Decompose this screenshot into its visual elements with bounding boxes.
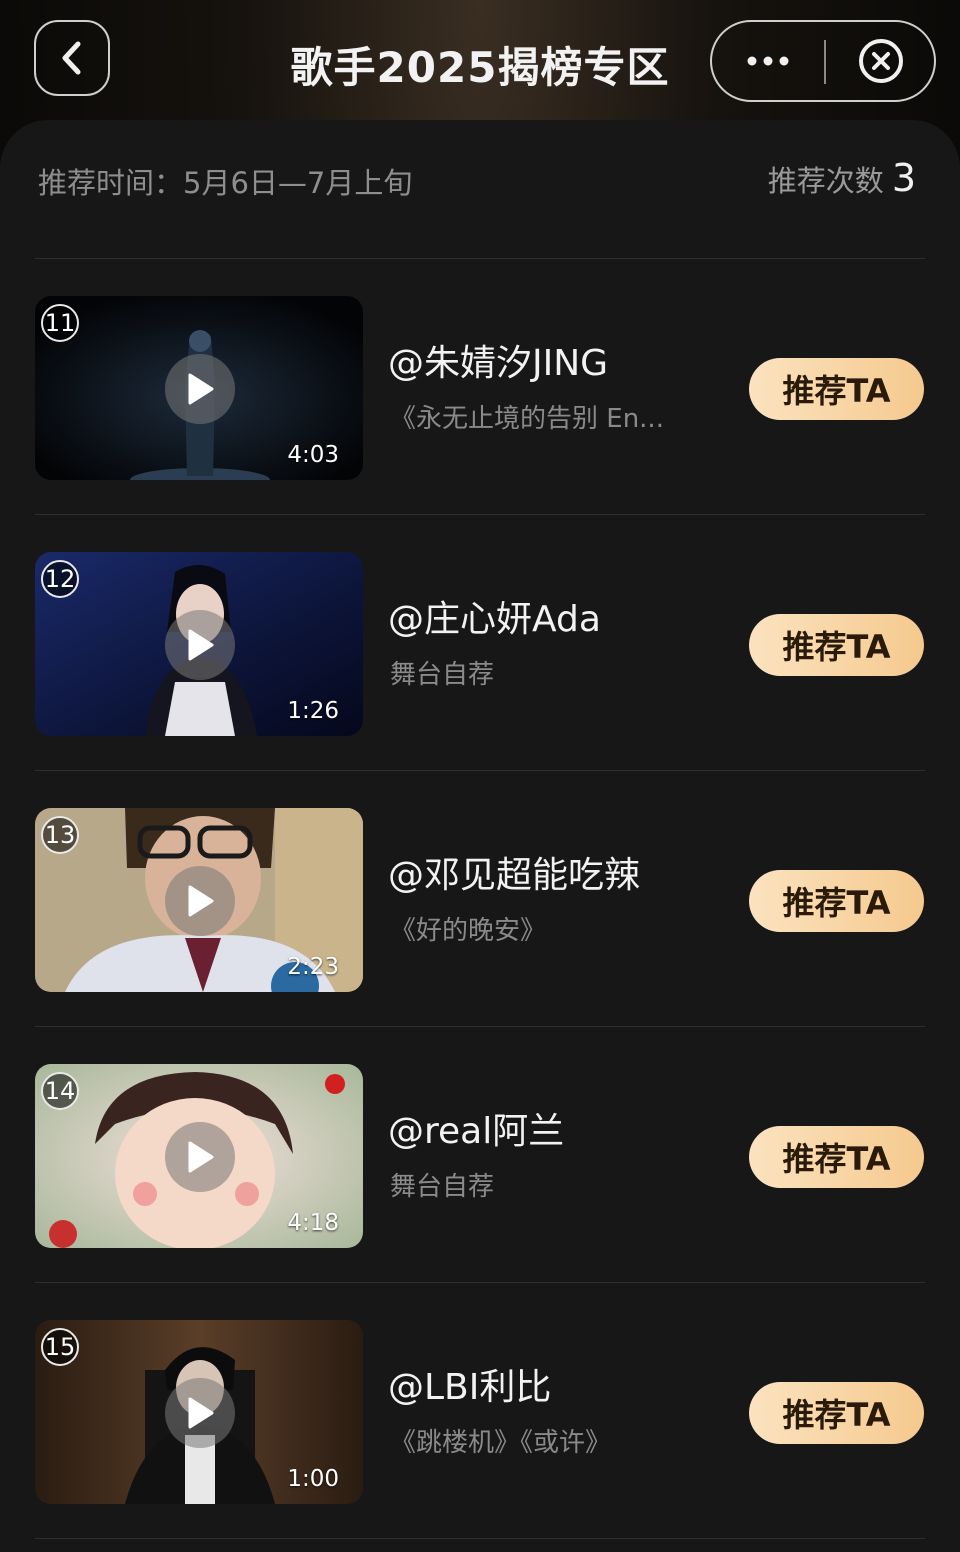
singer-name[interactable]: @庄心妍Ada: [388, 590, 601, 642]
recommend-count-value: 3: [891, 156, 916, 200]
song-title: 《好的晚安》: [390, 916, 547, 946]
back-button[interactable]: [34, 20, 110, 96]
video-thumbnail[interactable]: 11 4:03: [35, 296, 363, 480]
play-icon: [165, 354, 235, 424]
video-duration: 1:00: [287, 1466, 339, 1492]
close-icon: [859, 39, 903, 83]
song-title: 舞台自荐: [390, 1172, 495, 1202]
recommend-button[interactable]: 推荐TA: [749, 614, 924, 676]
play-icon: [165, 1122, 235, 1192]
divider: [35, 1538, 925, 1539]
rank-badge: 12: [41, 560, 79, 598]
list-item: 14 4:18 @real阿兰 舞台自荐 推荐TA: [0, 1026, 960, 1282]
song-title: 《跳楼机》《或许》: [390, 1428, 612, 1458]
rank-badge: 15: [41, 1328, 79, 1366]
play-icon: [165, 866, 235, 936]
video-duration: 4:18: [287, 1210, 339, 1236]
more-button[interactable]: [712, 22, 824, 100]
recommend-button[interactable]: 推荐TA: [749, 1126, 924, 1188]
song-title: 《永无止境的告别 En...: [390, 404, 664, 434]
page-title: 歌手2025揭榜专区: [290, 43, 670, 92]
mini-program-capsule: [710, 20, 936, 102]
recommend-count-label: 推荐次数: [767, 164, 884, 198]
singer-name[interactable]: @朱婧汐JING: [388, 334, 608, 386]
singer-name[interactable]: @real阿兰: [388, 1102, 564, 1154]
video-thumbnail[interactable]: 13 2:23: [35, 808, 363, 992]
page: 歌手2025揭榜专区 推荐时间：5月6日—7月上旬 推荐次数 3 11 4:03…: [0, 0, 960, 1552]
video-duration: 2:23: [287, 954, 339, 980]
video-thumbnail[interactable]: 12 1:26: [35, 552, 363, 736]
list-item: 15 1:00 @LBI利比 《跳楼机》《或许》 推荐TA: [0, 1282, 960, 1538]
chevron-left-icon: [62, 41, 81, 75]
close-button[interactable]: [826, 22, 936, 100]
list-item: 13 2:23 @邓见超能吃辣 《好的晚安》 推荐TA: [0, 770, 960, 1026]
singer-name[interactable]: @邓见超能吃辣: [388, 846, 640, 898]
video-thumbnail[interactable]: 15 1:00: [35, 1320, 363, 1504]
list-item: 11 4:03 @朱婧汐JING 《永无止境的告别 En... 推荐TA: [0, 258, 960, 514]
rank-badge: 13: [41, 816, 79, 854]
rank-badge: 14: [41, 1072, 79, 1110]
content-panel: 推荐时间：5月6日—7月上旬 推荐次数 3 11 4:03 @朱婧汐JING 《…: [0, 120, 960, 1552]
recommend-count: 推荐次数 3: [768, 156, 916, 200]
video-thumbnail[interactable]: 14 4:18: [35, 1064, 363, 1248]
singer-name[interactable]: @LBI利比: [388, 1358, 551, 1410]
more-dots-icon: [747, 56, 789, 66]
video-duration: 4:03: [287, 442, 339, 468]
recommend-button[interactable]: 推荐TA: [749, 1382, 924, 1444]
rank-badge: 11: [41, 304, 79, 342]
video-duration: 1:26: [287, 698, 339, 724]
list-item: 12 1:26 @庄心妍Ada 舞台自荐 推荐TA: [0, 514, 960, 770]
play-icon: [165, 1378, 235, 1448]
header: 歌手2025揭榜专区: [0, 0, 960, 120]
play-icon: [165, 610, 235, 680]
recommend-button[interactable]: 推荐TA: [749, 358, 924, 420]
recommend-button[interactable]: 推荐TA: [749, 870, 924, 932]
recommend-time: 推荐时间：5月6日—7月上旬: [38, 166, 413, 200]
song-title: 舞台自荐: [390, 660, 495, 690]
